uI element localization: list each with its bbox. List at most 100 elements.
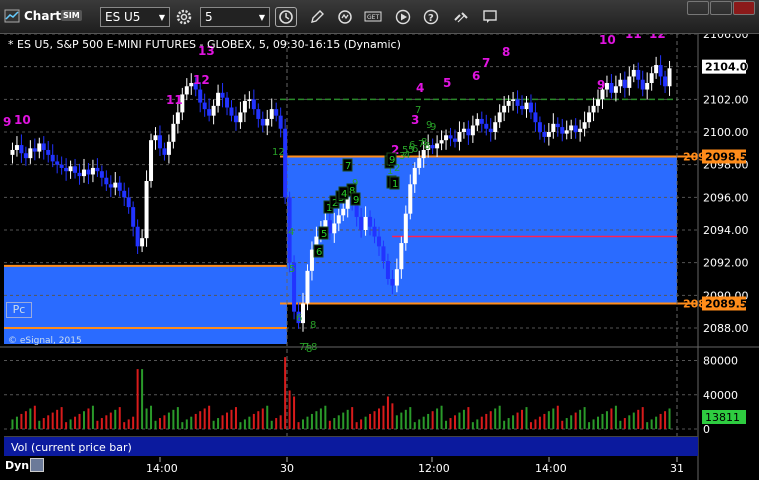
chart-header: * ES U5, S&P 500 E-MINI FUTURES - GLOBEX… [8, 38, 401, 51]
window-maximize-button[interactable] [710, 1, 732, 15]
app-title: Chart [24, 9, 62, 23]
volume-bar [364, 416, 367, 429]
price-tick-label: 2094.00 [703, 224, 749, 237]
candle-body [19, 145, 24, 154]
td-setup-count: 9 [597, 78, 605, 92]
link-icon[interactable] [450, 7, 472, 27]
time-tick-label: 30 [280, 462, 294, 475]
volume-bar [65, 422, 68, 429]
candle-body [108, 184, 113, 188]
candle-body [184, 86, 189, 95]
volume-bar [302, 419, 305, 429]
window-close-button[interactable] [733, 1, 755, 15]
play-icon[interactable] [392, 7, 414, 27]
chevron-down-icon[interactable]: ▼ [159, 13, 165, 22]
volume-bar [199, 411, 202, 429]
candle-body [77, 172, 82, 177]
volume-flag: 13811 [705, 411, 740, 424]
volume-bar [561, 420, 564, 429]
candle-body [144, 181, 149, 239]
price-tick-label: 2100.00 [703, 126, 749, 139]
td-setup-count: 5 [443, 76, 451, 90]
volume-bar [623, 418, 626, 429]
prior-value-zone [4, 265, 287, 344]
comment-icon[interactable] [479, 7, 501, 27]
volume-bar [105, 415, 108, 429]
dynamic-label[interactable]: Dyn [5, 459, 29, 472]
volume-bar [47, 415, 50, 429]
volume-bar [181, 422, 184, 429]
volume-bar [659, 413, 662, 429]
candle-body [403, 213, 408, 244]
volume-bar [56, 409, 59, 429]
candle-body [506, 100, 511, 106]
candle-body [135, 226, 140, 247]
volume-bar [96, 420, 99, 429]
volume-bar [597, 416, 600, 429]
volume-bar [132, 416, 135, 429]
study-bar[interactable]: Vol (current price bar) [4, 436, 698, 456]
chevron-down-icon[interactable]: ▼ [259, 13, 265, 22]
td-setup-count: 11 [625, 34, 642, 41]
volume-bar [355, 422, 358, 429]
volume-bar [319, 408, 322, 429]
volume-bar [458, 412, 461, 429]
volume-bar [507, 418, 510, 429]
candle-body [23, 153, 28, 159]
get-data-icon[interactable]: GET [362, 7, 384, 27]
candle-body [658, 65, 663, 77]
candle-body [408, 184, 413, 214]
clock-icon[interactable] [275, 7, 297, 27]
volume-bar [78, 413, 81, 429]
volume-bar [538, 416, 541, 429]
td-countdown-count: 8 [424, 141, 430, 152]
candle-body [216, 92, 221, 106]
volume-bar [154, 420, 157, 429]
volume-bar [288, 390, 291, 429]
volume-bar [610, 408, 613, 429]
candle-body [618, 79, 623, 87]
volume-bar [521, 409, 524, 429]
candle-body [381, 246, 386, 262]
interval-value: 5 [205, 10, 213, 24]
volume-bar [293, 396, 296, 429]
window-settings-button[interactable] [687, 1, 709, 15]
interval-input[interactable]: 5 ▼ [200, 7, 270, 27]
volume-bar [525, 407, 528, 429]
help-icon[interactable]: ? [420, 7, 442, 27]
lower-level-cut-label: 208 [683, 298, 706, 311]
volume-bar [284, 357, 287, 429]
candle-body [372, 226, 377, 237]
candle-body [99, 171, 104, 178]
volume-bar [82, 411, 85, 429]
volume-bar [547, 411, 550, 429]
price-tick-label: 2102.00 [703, 93, 749, 106]
candle-body [251, 99, 256, 110]
volume-bar [217, 418, 220, 429]
lock-icon[interactable] [30, 458, 44, 472]
candle-body [412, 167, 417, 185]
volume-tick-label: 80000 [703, 355, 738, 368]
candle-body [654, 65, 659, 74]
pencil-draw-icon[interactable] [306, 7, 328, 27]
symbol-input[interactable]: ES U5 ▼ [100, 7, 170, 27]
count-box-label: 7 [345, 161, 351, 172]
candle-body [81, 169, 86, 177]
volume-bar [136, 369, 139, 429]
td-setup-count: 11 [166, 93, 183, 107]
candle-body [171, 123, 176, 142]
candle-body [64, 167, 69, 172]
candle-body [104, 177, 109, 185]
volume-bar [516, 412, 519, 429]
settings-gear-icon[interactable] [173, 7, 195, 27]
candle-body [73, 166, 78, 173]
volume-bar [413, 422, 416, 429]
price-chart[interactable]: 2106.002104.002102.002100.002098.002096.… [0, 34, 759, 480]
candle-body [573, 125, 578, 132]
volume-bar [668, 408, 671, 429]
volume-bar [485, 413, 488, 429]
refresh-icon[interactable] [334, 7, 356, 27]
pc-label[interactable]: Pc [6, 302, 32, 318]
volume-bar [418, 419, 421, 429]
candle-body [640, 79, 645, 90]
